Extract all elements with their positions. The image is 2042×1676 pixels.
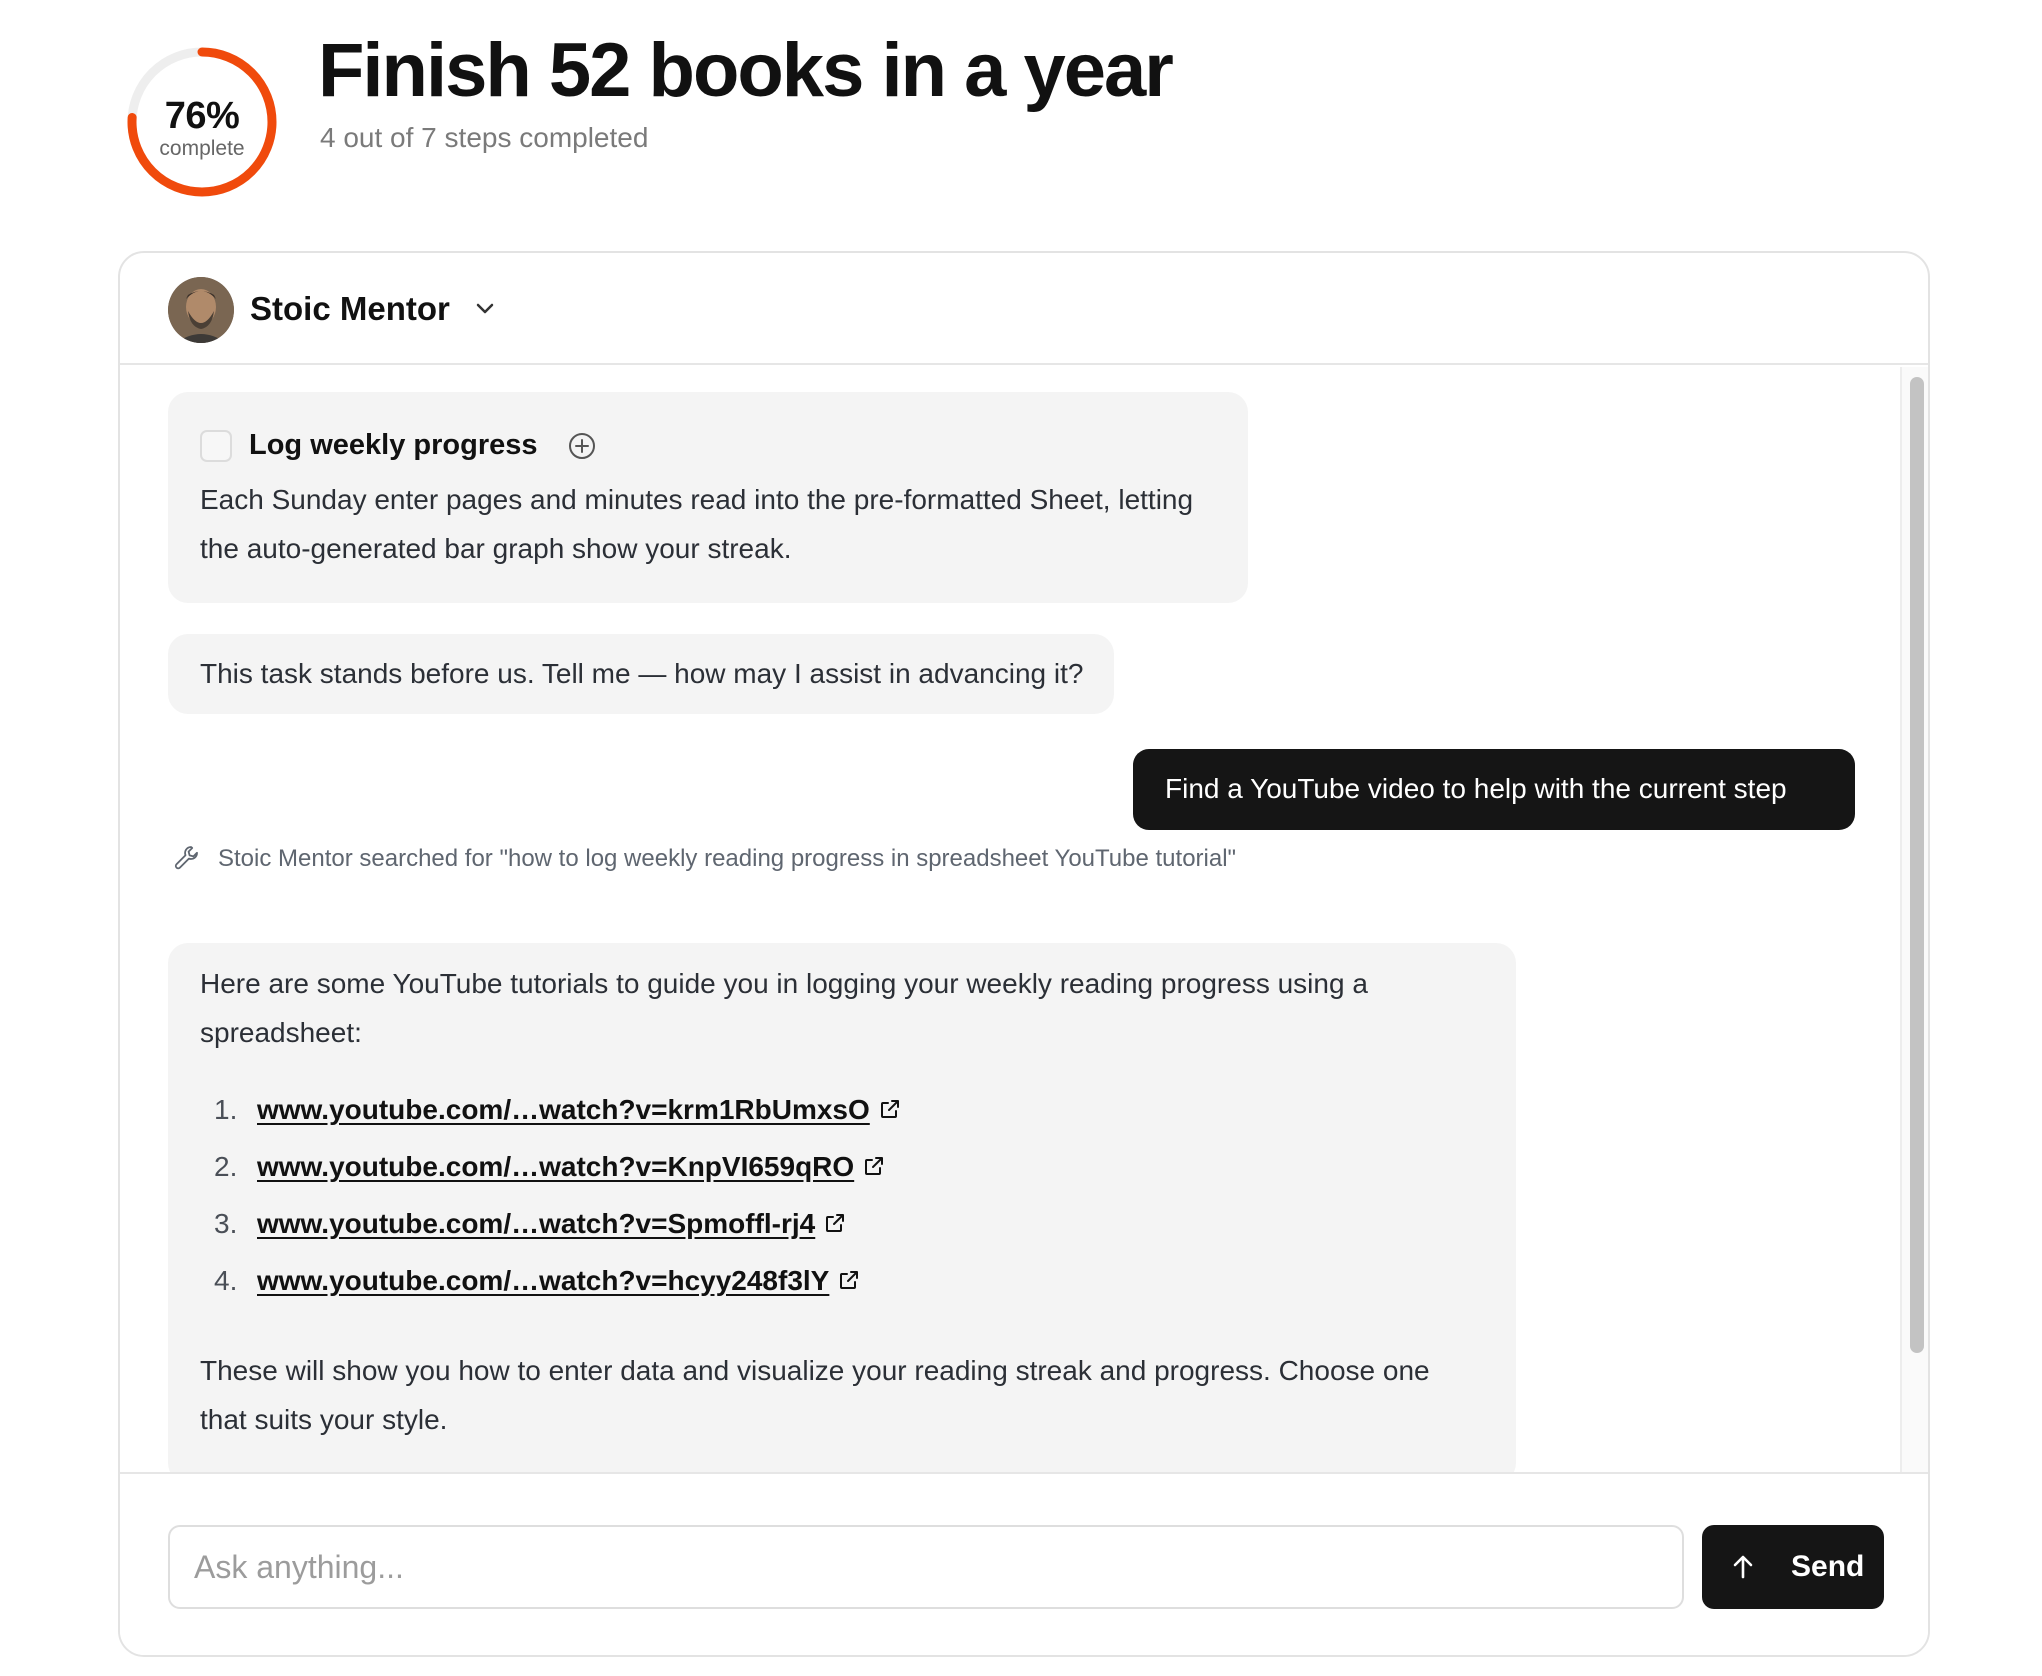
mentor-avatar[interactable]: [168, 277, 234, 343]
assistant-message-text: This task stands before us. Tell me — ho…: [200, 658, 1084, 689]
add-circle-icon[interactable]: [566, 430, 598, 462]
arrow-up-icon: [1733, 1555, 1753, 1579]
progress-caption: complete: [159, 137, 245, 160]
external-link-icon: [826, 1214, 845, 1232]
list-item: 3. www.youtube.com/…watch?v=Spmoffl-rj4: [200, 1200, 1400, 1257]
ask-input[interactable]: [168, 1525, 1684, 1609]
list-item: 2. www.youtube.com/…watch?v=KnpVI659qRO: [200, 1143, 1400, 1200]
youtube-link[interactable]: www.youtube.com/…watch?v=krm1RbUmxsO: [257, 1090, 902, 1130]
task-description: Each Sunday enter pages and minutes read…: [200, 484, 1194, 564]
link-text: www.youtube.com/…watch?v=KnpVI659qRO: [257, 1151, 855, 1182]
list-item: 1. www.youtube.com/…watch?v=krm1RbUmxsO: [200, 1086, 1400, 1143]
external-link-icon: [840, 1271, 859, 1289]
list-number: 4.: [214, 1265, 238, 1296]
user-message: Find a YouTube video to help with the cu…: [1133, 749, 1855, 830]
list-item: 4. www.youtube.com/…watch?v=hcyy248f3lY: [200, 1257, 1400, 1314]
youtube-link[interactable]: www.youtube.com/…watch?v=KnpVI659qRO: [257, 1147, 886, 1187]
steps-progress-text: 4 out of 7 steps completed: [320, 122, 649, 153]
chat-scrollbar[interactable]: [1900, 367, 1928, 1472]
wrench-icon: [174, 846, 198, 870]
scrollbar-thumb[interactable]: [1910, 377, 1924, 1353]
assistant-message: This task stands before us. Tell me — ho…: [168, 634, 1114, 714]
goal-header: 76% complete Finish 52 books in a year 4…: [0, 0, 2042, 230]
youtube-link[interactable]: www.youtube.com/…watch?v=hcyy248f3lY: [257, 1261, 861, 1301]
list-number: 1.: [214, 1094, 238, 1125]
link-text: www.youtube.com/…watch?v=krm1RbUmxsO: [257, 1094, 870, 1125]
goal-title: Finish 52 books in a year: [318, 28, 1174, 113]
tool-search-text: Stoic Mentor searched for "how to log we…: [218, 845, 1237, 872]
mentor-avatar-icon: [168, 277, 234, 343]
reply-intro: Here are some YouTube tutorials to guide…: [200, 968, 1368, 1048]
user-message-text: Find a YouTube video to help with the cu…: [1165, 773, 1787, 804]
video-link-list: 1. www.youtube.com/…watch?v=krm1RbUmxsO …: [200, 1086, 1400, 1314]
progress-ring: 76% complete: [125, 45, 279, 199]
external-link-icon: [865, 1157, 884, 1175]
list-number: 3.: [214, 1208, 238, 1239]
reply-outro: These will show you how to enter data an…: [200, 1355, 1430, 1435]
progress-percent: 76%: [164, 95, 240, 137]
tool-search-note: Stoic Mentor searched for "how to log we…: [172, 839, 1472, 879]
current-task-card: Log weekly progress Each Sunday enter pa…: [168, 392, 1248, 603]
external-link-icon: [880, 1100, 899, 1118]
list-number: 2.: [214, 1151, 238, 1182]
chat-header: Stoic Mentor: [120, 253, 1928, 365]
chevron-down-icon[interactable]: [469, 293, 501, 325]
send-button[interactable]: Send: [1702, 1525, 1884, 1609]
send-button-label: Send: [1791, 1550, 1865, 1583]
link-text: www.youtube.com/…watch?v=hcyy248f3lY: [257, 1265, 830, 1296]
assistant-reply: Here are some YouTube tutorials to guide…: [168, 943, 1516, 1483]
link-text: www.youtube.com/…watch?v=Spmoffl-rj4: [257, 1208, 816, 1239]
message-composer: Send: [120, 1472, 1928, 1655]
task-checkbox[interactable]: [200, 430, 232, 462]
mentor-chat-card: Stoic Mentor Log weekly progress Each Su…: [118, 251, 1930, 1657]
chat-messages[interactable]: Log weekly progress Each Sunday enter pa…: [120, 367, 1900, 1655]
youtube-link[interactable]: www.youtube.com/…watch?v=Spmoffl-rj4: [257, 1204, 847, 1244]
task-title: Log weekly progress: [249, 429, 538, 461]
mentor-name[interactable]: Stoic Mentor: [250, 289, 450, 329]
